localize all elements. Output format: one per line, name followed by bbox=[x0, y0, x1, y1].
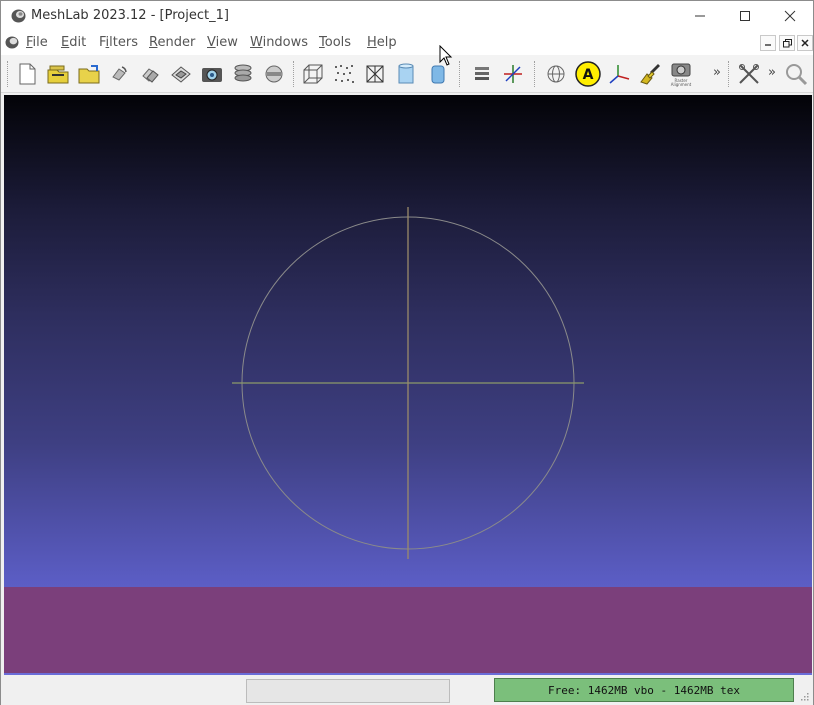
annotation-button[interactable]: A bbox=[574, 60, 602, 88]
trackball-overlay bbox=[232, 207, 584, 559]
menu-edit[interactable]: Edit bbox=[61, 35, 86, 50]
new-project-icon bbox=[19, 63, 36, 85]
select-color-icon bbox=[640, 64, 660, 85]
maximize-icon bbox=[740, 11, 750, 21]
mdi-minimize-button[interactable] bbox=[760, 35, 776, 51]
main-toolbar: A Raster Alignment » » bbox=[1, 55, 813, 93]
menu-bar: File Edit Filters Render View Windows To… bbox=[1, 31, 813, 55]
toolbar-separator bbox=[293, 61, 294, 87]
close-icon bbox=[801, 39, 809, 47]
meshlab-window: MeshLab 2023.12 - [Project_1] File Edit … bbox=[0, 0, 814, 705]
export-mesh-icon bbox=[171, 66, 191, 83]
menu-view[interactable]: View bbox=[207, 35, 238, 50]
reload-icon bbox=[112, 66, 127, 81]
minimize-button[interactable] bbox=[677, 1, 723, 31]
tools-button[interactable] bbox=[735, 60, 763, 88]
select-color-button[interactable] bbox=[636, 60, 664, 88]
3d-viewport[interactable] bbox=[4, 95, 812, 675]
new-project-button[interactable] bbox=[13, 60, 41, 88]
layers-icon bbox=[234, 64, 252, 82]
annotation-a-icon: A bbox=[575, 61, 601, 87]
mdi-close-button[interactable] bbox=[797, 35, 813, 51]
flat-shading-button[interactable] bbox=[392, 60, 420, 88]
layer-dialog-icon bbox=[475, 67, 489, 80]
restore-icon bbox=[782, 38, 792, 47]
toolbar-separator bbox=[459, 61, 460, 87]
import-mesh-button[interactable] bbox=[75, 60, 103, 88]
bounding-box-icon bbox=[303, 64, 323, 84]
globe-icon bbox=[547, 65, 565, 83]
wireframe-button[interactable] bbox=[361, 60, 389, 88]
progress-bar bbox=[246, 679, 450, 703]
bounding-box-button[interactable] bbox=[299, 60, 327, 88]
axes-button[interactable] bbox=[605, 60, 633, 88]
window-title: MeshLab 2023.12 - [Project_1] bbox=[31, 8, 229, 23]
menu-filters[interactable]: Filters bbox=[99, 35, 138, 50]
document-system-menu-icon[interactable] bbox=[5, 36, 19, 49]
layers-button[interactable] bbox=[229, 60, 257, 88]
axes-trackball-button[interactable] bbox=[499, 60, 527, 88]
menu-file[interactable]: File bbox=[26, 35, 48, 50]
toolbar-overflow-button[interactable]: » bbox=[713, 65, 721, 80]
flat-shading-icon bbox=[398, 63, 414, 84]
import-mesh-icon bbox=[78, 65, 100, 84]
wireframe-icon bbox=[366, 65, 384, 83]
tools-icon bbox=[739, 64, 759, 84]
toolbar-overflow-button-2[interactable]: » bbox=[768, 65, 776, 80]
raster-alignment-icon: RasterAlignment bbox=[671, 63, 692, 87]
open-project-button[interactable] bbox=[44, 60, 72, 88]
memory-label: Free: 1462MB vbo - 1462MB tex bbox=[547, 683, 741, 697]
zoom-button[interactable] bbox=[782, 60, 810, 88]
title-bar: MeshLab 2023.12 - [Project_1] bbox=[1, 1, 813, 31]
close-icon bbox=[784, 10, 796, 22]
export-mesh-button[interactable] bbox=[167, 60, 195, 88]
globe-button[interactable] bbox=[542, 60, 570, 88]
reload-all-icon bbox=[142, 68, 159, 83]
axes-icon bbox=[609, 65, 630, 84]
raster-icon bbox=[265, 65, 283, 83]
snapshot-icon bbox=[202, 68, 222, 82]
zoom-icon bbox=[786, 64, 808, 86]
layer-dialog-button[interactable] bbox=[468, 60, 496, 88]
menu-windows[interactable]: Windows bbox=[250, 35, 308, 50]
toolbar-handle[interactable] bbox=[7, 61, 8, 87]
reload-all-button[interactable] bbox=[136, 60, 164, 88]
menu-help[interactable]: Help bbox=[367, 35, 397, 50]
snapshot-button[interactable] bbox=[198, 60, 226, 88]
menu-tools[interactable]: Tools bbox=[319, 35, 351, 50]
toolbar-separator bbox=[534, 61, 535, 87]
status-bar: Free: 1462MB vbo - 1462MB tex bbox=[1, 677, 813, 705]
maximize-button[interactable] bbox=[722, 1, 768, 31]
menu-render[interactable]: Render bbox=[149, 35, 195, 50]
mouse-cursor-icon bbox=[439, 45, 453, 66]
resize-grip-icon[interactable] bbox=[799, 691, 809, 701]
open-project-icon bbox=[47, 65, 69, 84]
axes-trackball-icon bbox=[504, 65, 522, 83]
points-button[interactable] bbox=[330, 60, 358, 88]
svg-text:A: A bbox=[583, 67, 594, 83]
raster-alignment-button[interactable]: Raster Alignment bbox=[667, 60, 695, 88]
points-icon bbox=[335, 65, 354, 83]
toolbar-separator bbox=[728, 61, 729, 87]
svg-text:Alignment: Alignment bbox=[671, 82, 692, 87]
raster-button[interactable] bbox=[260, 60, 288, 88]
mdi-restore-button[interactable] bbox=[779, 35, 795, 51]
close-button[interactable] bbox=[767, 1, 813, 31]
gpu-memory-indicator: Free: 1462MB vbo - 1462MB tex bbox=[494, 678, 794, 702]
minimize-icon bbox=[695, 15, 705, 17]
reload-button[interactable] bbox=[105, 60, 133, 88]
minimize-icon bbox=[765, 44, 771, 46]
meshlab-app-icon bbox=[11, 9, 26, 23]
